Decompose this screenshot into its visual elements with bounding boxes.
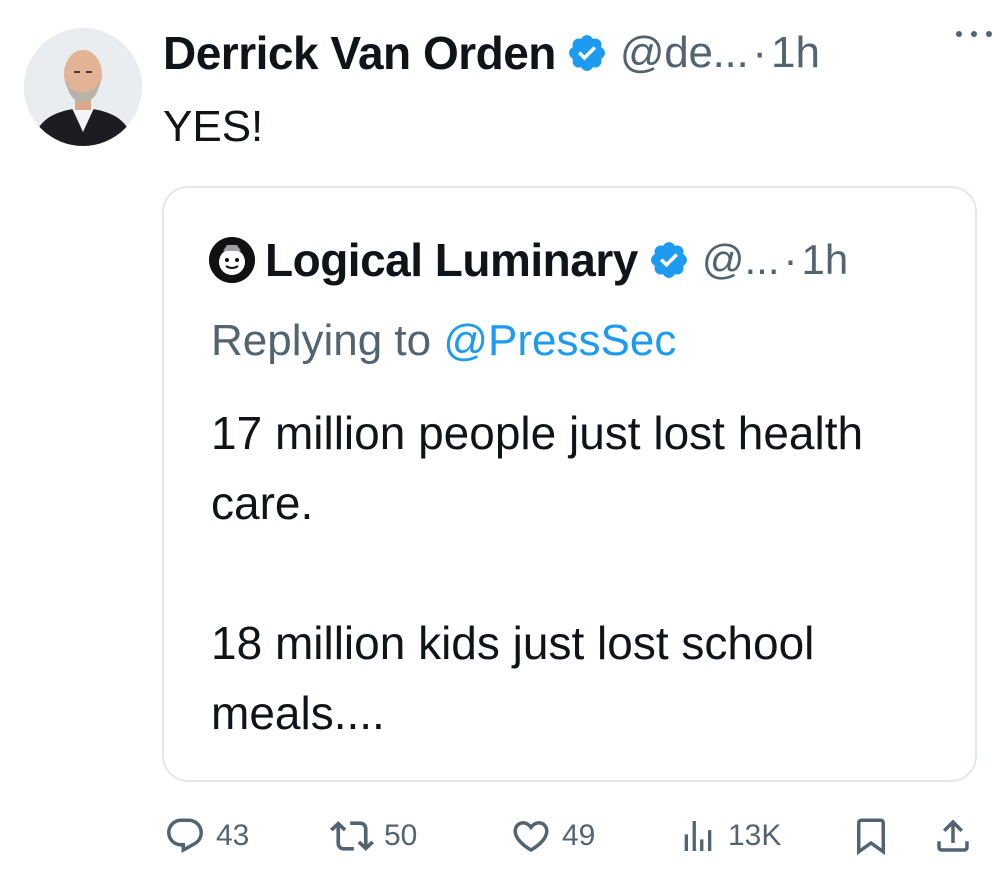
reply-icon — [167, 818, 203, 853]
heart-icon — [513, 821, 549, 853]
reply-button[interactable]: 43 — [164, 808, 249, 864]
verified-badge-icon — [648, 239, 690, 281]
author-avatar[interactable] — [24, 28, 142, 146]
tweet-header: Derrick Van Orden @de... · 1h — [163, 18, 980, 88]
quoted-paragraph: 18 million kids just lost school meals..… — [211, 617, 815, 739]
quoted-tweet-text: 17 million people just lost health care.… — [211, 398, 951, 748]
timestamp[interactable]: 1h — [771, 28, 820, 78]
reply-count: 43 — [216, 819, 250, 852]
share-icon — [937, 819, 969, 852]
quoted-timestamp[interactable]: 1h — [802, 236, 849, 284]
author-name[interactable]: Derrick Van Orden — [163, 26, 556, 80]
quoted-author-handle[interactable]: @... — [702, 236, 780, 284]
like-count: 49 — [562, 819, 596, 852]
views-button[interactable]: 13K — [678, 808, 781, 864]
bookmark-icon — [857, 818, 885, 856]
quoted-tweet-header: Logical Luminary @... · 1h — [209, 230, 848, 290]
repost-button[interactable]: 50 — [330, 808, 417, 864]
separator-dot: · — [752, 28, 768, 77]
bookmark-button[interactable] — [850, 808, 892, 864]
repost-count: 50 — [384, 819, 418, 852]
like-button[interactable]: 49 — [510, 808, 595, 864]
separator-dot: · — [783, 236, 798, 283]
quoted-paragraph: 17 million people just lost health care. — [211, 407, 864, 529]
verified-badge-icon — [566, 32, 608, 74]
action-bar: 43 50 49 13K — [160, 808, 980, 864]
replying-prefix: Replying to — [211, 316, 432, 365]
share-button[interactable] — [932, 808, 974, 864]
view-count: 13K — [728, 819, 782, 852]
tweet[interactable]: Derrick Van Orden @de... · 1h YES! Logic… — [0, 0, 1000, 894]
repost-icon — [330, 821, 374, 851]
replying-mention-link[interactable]: @PressSec — [443, 316, 676, 365]
quoted-author-name[interactable]: Logical Luminary — [265, 233, 638, 287]
tweet-text: YES! — [163, 102, 264, 151]
replying-to: Replying to @PressSec — [211, 316, 676, 366]
analytics-icon — [684, 821, 712, 851]
quoted-tweet-card[interactable]: Logical Luminary @... · 1h Replying to @… — [162, 186, 977, 782]
more-horizontal-icon[interactable] — [956, 22, 992, 46]
author-handle[interactable]: @de... — [620, 28, 749, 78]
quoted-author-avatar[interactable] — [209, 237, 255, 283]
